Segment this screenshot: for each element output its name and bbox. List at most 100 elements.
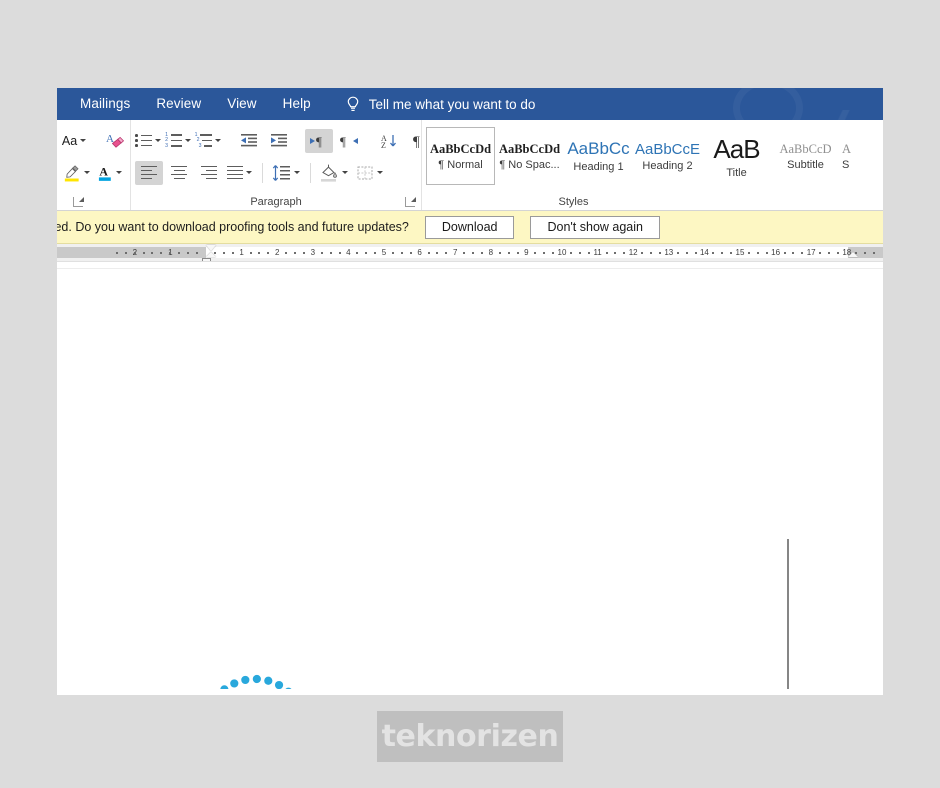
align-center-icon: [171, 165, 187, 180]
svg-text:¶: ¶: [340, 134, 346, 149]
ltr-text-direction-icon: ¶: [310, 134, 322, 149]
rtl-text-direction-button[interactable]: ¶: [335, 129, 363, 153]
style-heading-2[interactable]: AaBbCcE Heading 2: [633, 127, 702, 185]
multilevel-list-button[interactable]: 1 2 3: [195, 129, 223, 153]
ribbon-tab-bar: Mailings Review View Help Tell me what y…: [57, 88, 883, 120]
style-name: ¶ Normal: [438, 158, 483, 171]
numbering-icon: 123: [165, 132, 182, 148]
numbering-button[interactable]: 123: [165, 129, 193, 153]
align-left-icon: [141, 165, 157, 180]
chevron-down-icon: [154, 139, 161, 142]
shading-paint-bucket-icon: [321, 164, 337, 182]
bullets-icon: [135, 134, 152, 147]
style-name: S: [842, 158, 850, 171]
decrease-indent-button[interactable]: [235, 129, 263, 153]
paragraph-dialog-launcher[interactable]: [405, 197, 416, 207]
style-preview: AaBbCcE: [634, 140, 701, 158]
ribbon: Aa A A 1 2 3 1 2 3 ¶ ¶ A Z ¶ Paragraph A…: [57, 120, 883, 211]
style-heading-1[interactable]: AaBbCc Heading 1: [564, 127, 633, 185]
tab-review[interactable]: Review: [143, 88, 214, 120]
tab-mailings[interactable]: Mailings: [67, 88, 143, 120]
justify-button[interactable]: [225, 161, 256, 185]
justify-icon: [227, 165, 243, 180]
change-case-button[interactable]: Aa: [61, 129, 89, 153]
tell-me-search[interactable]: Tell me what you want to do: [346, 96, 536, 113]
svg-text:¶: ¶: [413, 134, 420, 150]
style-name: ¶ No Spac...: [499, 158, 560, 171]
decrease-indent-icon: [241, 133, 257, 146]
lightbulb-icon: [347, 96, 359, 111]
line-spacing-icon: [272, 164, 290, 181]
screenshot-root: Mailings Review View Help Tell me what y…: [0, 0, 940, 788]
shading-button[interactable]: [317, 161, 352, 185]
font-color-icon: A: [99, 164, 112, 181]
chevron-down-icon: [377, 171, 383, 174]
chevron-down-icon: [215, 139, 222, 142]
borders-button[interactable]: [354, 161, 387, 185]
align-right-button[interactable]: [195, 161, 223, 185]
chevron-down-icon: [184, 139, 191, 142]
divider: [262, 162, 263, 183]
increase-indent-button[interactable]: [265, 129, 293, 153]
tell-me-label: Tell me what you want to do: [368, 96, 536, 112]
rtl-text-direction-icon: ¶: [340, 134, 358, 149]
notification-message: ted. Do you want to download proofing to…: [57, 220, 409, 234]
download-button[interactable]: Download: [424, 215, 515, 239]
multilevel-list-icon: 1 2 3: [195, 132, 213, 148]
clear-formatting-button[interactable]: A: [101, 129, 129, 153]
proofing-tools-notification-bar: ted. Do you want to download proofing to…: [57, 211, 883, 244]
chevron-down-icon: [116, 171, 122, 174]
style-preview: A: [842, 141, 852, 156]
style-preview: AaBbCcDd: [429, 141, 492, 156]
align-left-button[interactable]: [135, 160, 163, 185]
highlighter-icon: [64, 164, 79, 181]
document-page[interactable]: [57, 269, 883, 689]
svg-text:Z: Z: [381, 141, 386, 150]
style-preview: AaBbCc: [567, 139, 630, 158]
ribbon-group-font: Aa A A: [57, 120, 130, 210]
site-watermark: teknorizen: [377, 711, 563, 762]
style-name: Subtitle: [787, 158, 824, 171]
right-indent-marker[interactable]: [848, 252, 858, 257]
style-subtle-emphasis-partial[interactable]: A S: [840, 127, 870, 185]
style-name: Heading 1: [573, 161, 624, 173]
line-spacing-button[interactable]: [269, 161, 304, 185]
divider: [310, 162, 311, 183]
chevron-down-icon: [342, 171, 348, 174]
word-application-window: Mailings Review View Help Tell me what y…: [57, 88, 883, 695]
hanging-indent-marker[interactable]: [206, 252, 216, 257]
left-indent-marker[interactable]: [201, 257, 211, 261]
style-subtitle[interactable]: AaBbCcD Subtitle: [771, 127, 840, 185]
align-center-button[interactable]: [165, 161, 193, 185]
clear-formatting-icon: A: [106, 133, 125, 148]
chevron-down-icon: [84, 171, 91, 174]
document-canvas[interactable]: [57, 262, 883, 689]
text-highlight-color-button[interactable]: [61, 161, 94, 185]
style-name: Title: [726, 166, 747, 179]
first-line-indent-marker[interactable]: [206, 245, 216, 251]
tab-view[interactable]: View: [214, 88, 269, 120]
tab-help[interactable]: Help: [270, 88, 324, 120]
font-color-button[interactable]: A: [96, 161, 126, 185]
sort-button[interactable]: A Z: [375, 129, 403, 153]
traced-arabic-letters: [220, 674, 292, 689]
styles-gallery: AaBbCcDd ¶ Normal AaBbCcDd ¶ No Spac... …: [422, 120, 883, 189]
styles-group-label: Styles: [558, 196, 589, 208]
style-name: Heading 2: [642, 159, 693, 172]
increase-indent-icon: [271, 133, 287, 146]
style-preview: AaB: [713, 133, 760, 164]
style-title[interactable]: AaB Title: [702, 127, 771, 185]
bullets-button[interactable]: [135, 129, 163, 153]
chevron-down-icon: [294, 171, 300, 174]
style-normal[interactable]: AaBbCcDd ¶ Normal: [426, 127, 495, 185]
ruler-track: 21123456789101112131415161718: [57, 247, 883, 258]
text-cursor-line: [787, 539, 789, 689]
sort-icon: A Z: [381, 134, 396, 150]
style-no-spacing[interactable]: AaBbCcDd ¶ No Spac...: [495, 127, 564, 185]
font-dialog-launcher[interactable]: [73, 197, 84, 207]
chevron-down-icon: [246, 171, 252, 174]
chevron-down-icon: [80, 139, 87, 142]
ltr-text-direction-button[interactable]: ¶: [305, 128, 333, 153]
horizontal-ruler[interactable]: 21123456789101112131415161718: [57, 244, 883, 262]
dont-show-again-button[interactable]: Don't show again: [530, 215, 660, 239]
